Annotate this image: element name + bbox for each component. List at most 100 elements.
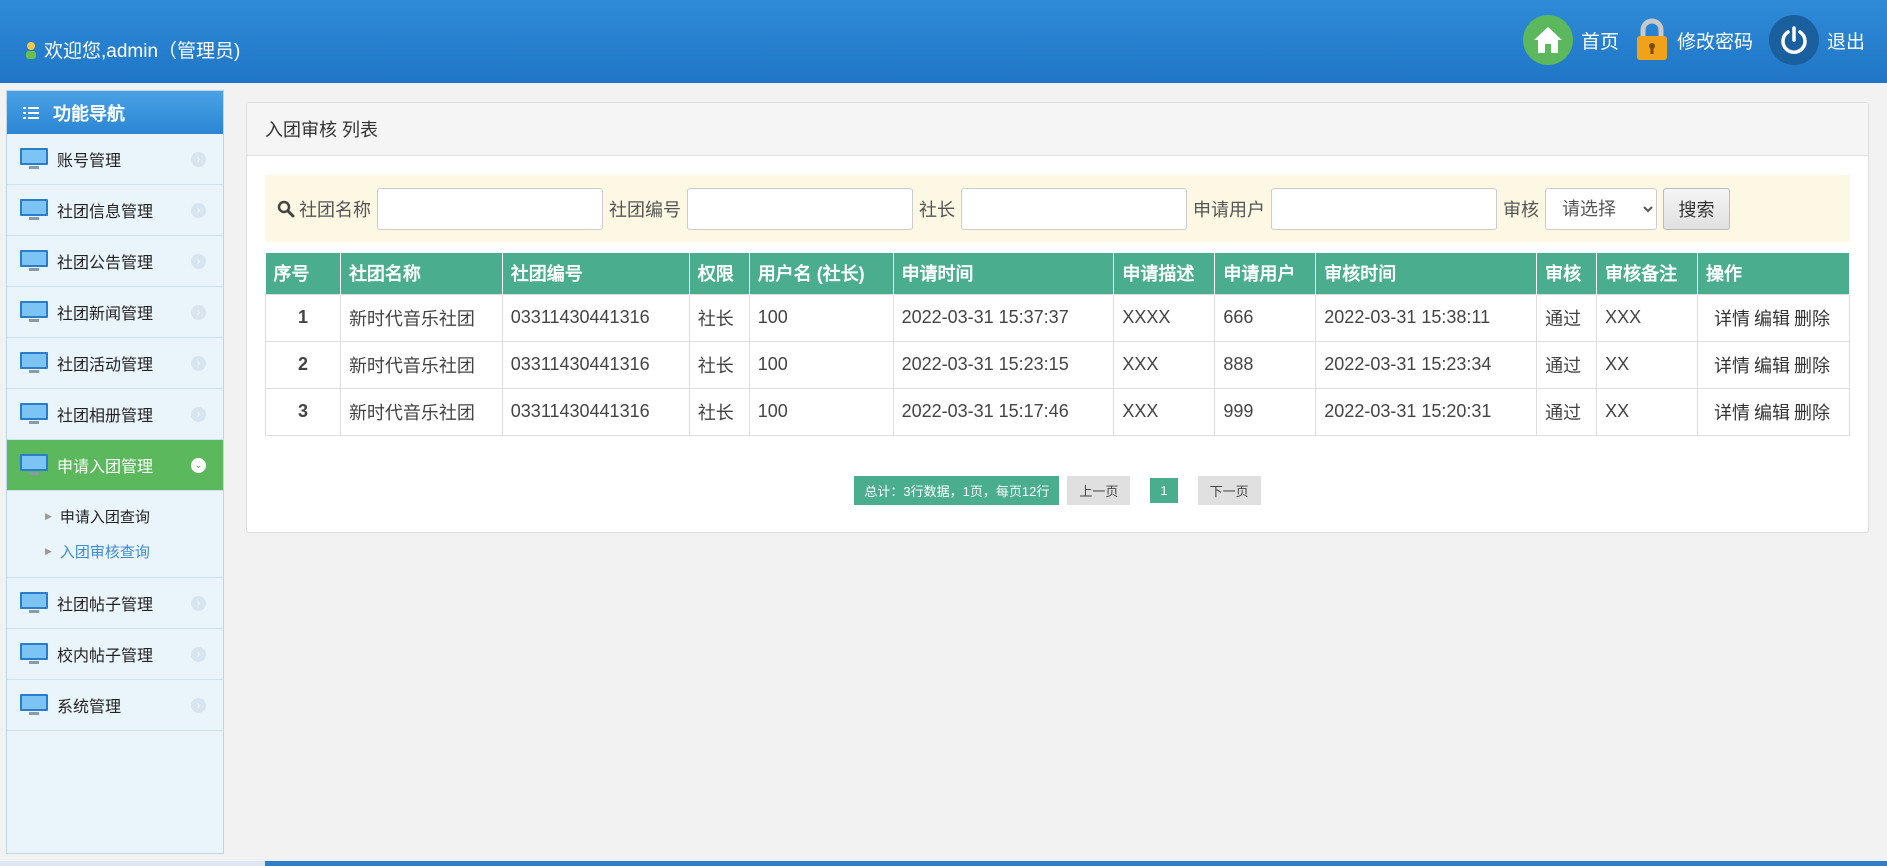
search-button[interactable]: 搜索 <box>1663 187 1730 230</box>
column-header[interactable]: 审核 <box>1536 253 1598 294</box>
delete-link[interactable]: 删除 <box>1794 309 1830 329</box>
table-cell: 100 <box>748 340 894 389</box>
user-icon <box>26 41 36 59</box>
column-header[interactable]: 序号 <box>265 253 341 294</box>
sidebar-item-label: 申请入团管理 <box>57 459 154 476</box>
leader-input[interactable] <box>961 187 1187 230</box>
table-cell: XX <box>1596 340 1699 389</box>
header-actions: 首页 修改密码 退出 <box>1522 15 1865 65</box>
table-cell: 2022-03-31 15:37:37 <box>892 293 1115 342</box>
table-cell: 666 <box>1214 293 1317 342</box>
table-cell: XXX <box>1596 293 1699 342</box>
sidebar-item-club-posts[interactable]: 社团帖子管理 › <box>7 578 223 629</box>
club-name-input[interactable] <box>377 187 603 230</box>
table-cell: 新时代音乐社团 <box>339 340 503 389</box>
chevron-right-icon: › <box>191 698 206 713</box>
table-row: 3 新时代音乐社团 03311430441316 社长 100 2022-03-… <box>265 387 1850 436</box>
edit-link[interactable]: 编辑 <box>1754 403 1790 423</box>
table-cell: 2022-03-31 15:20:31 <box>1315 387 1538 436</box>
delete-link[interactable]: 删除 <box>1794 403 1830 423</box>
submenu-item-review-query[interactable]: ▶ 入团审核查询 <box>7 534 223 569</box>
table-cell: 1 <box>265 293 341 342</box>
table-cell: 社长 <box>688 293 750 342</box>
applicant-label: 申请用户 <box>1193 199 1265 220</box>
monitor-icon <box>20 301 48 322</box>
logout-label: 退出 <box>1826 31 1865 53</box>
top-header: 欢迎您,admin（管理员) 首页 修改密码 退出 <box>0 0 1887 83</box>
sidebar-item-label: 社团公告管理 <box>57 255 154 272</box>
table-row: 1 新时代音乐社团 03311430441316 社长 100 2022-03-… <box>265 293 1850 342</box>
table-cell: 888 <box>1214 340 1317 389</box>
chevron-right-icon: › <box>191 596 206 611</box>
column-header[interactable]: 审核时间 <box>1315 253 1538 294</box>
monitor-icon <box>20 250 48 271</box>
search-bar: 社团名称 社团编号 社长 申请用户 审核 请选择 搜索 <box>265 175 1850 242</box>
table-cell: 2022-03-31 15:23:34 <box>1315 340 1538 389</box>
sidebar-item-club-notice[interactable]: 社团公告管理 › <box>7 236 223 287</box>
column-header[interactable]: 审核备注 <box>1596 253 1699 294</box>
edit-link[interactable]: 编辑 <box>1754 309 1790 329</box>
club-no-label: 社团编号 <box>609 199 681 220</box>
table-row: 2 新时代音乐社团 03311430441316 社长 100 2022-03-… <box>265 340 1850 389</box>
page-title: 入团审核 列表 <box>247 103 1868 156</box>
chevron-right-icon: › <box>191 305 206 320</box>
monitor-icon <box>20 148 48 169</box>
sidebar-item-club-info[interactable]: 社团信息管理 › <box>7 185 223 236</box>
detail-link[interactable]: 详情 <box>1714 403 1750 423</box>
submenu-item-label: 入团审核查询 <box>59 544 150 561</box>
sidebar: 功能导航 账号管理 › 社团信息管理 › 社团公告管理 › 社团新闻管理 › 社… <box>6 90 224 854</box>
review-select[interactable]: 请选择 <box>1545 187 1657 230</box>
sidebar-item-account[interactable]: 账号管理 › <box>7 134 223 185</box>
chevron-right-icon: › <box>191 407 206 422</box>
column-header[interactable]: 社团编号 <box>502 253 690 294</box>
next-page-button[interactable]: 下一页 <box>1197 476 1261 505</box>
column-header[interactable]: 申请用户 <box>1214 253 1317 294</box>
monitor-icon <box>20 352 48 373</box>
sidebar-item-label: 账号管理 <box>57 153 122 170</box>
column-header[interactable]: 申请描述 <box>1113 253 1216 294</box>
table-cell: 2 <box>265 340 341 389</box>
change-password-link[interactable]: 修改密码 <box>1635 18 1753 62</box>
table-cell: XX <box>1596 387 1699 436</box>
sidebar-item-club-news[interactable]: 社团新闻管理 › <box>7 287 223 338</box>
detail-link[interactable]: 详情 <box>1714 356 1750 376</box>
table-cell: 999 <box>1214 387 1317 436</box>
chevron-down-icon: ⌄ <box>191 458 206 473</box>
prev-page-button[interactable]: 上一页 <box>1067 476 1131 505</box>
applicant-input[interactable] <box>1271 187 1497 230</box>
monitor-icon <box>20 454 48 475</box>
column-header[interactable]: 申请时间 <box>893 253 1115 294</box>
column-header[interactable]: 社团名称 <box>340 253 503 294</box>
edit-link[interactable]: 编辑 <box>1754 356 1790 376</box>
column-header[interactable]: 用户名 (社长) <box>749 253 894 294</box>
bottom-bar <box>0 861 1887 866</box>
welcome-text: 欢迎您,admin（管理员) <box>44 41 241 62</box>
pagination: 总计：3行数据，1页，每页12行 上一页 1 下一页 <box>247 476 1868 505</box>
submenu-item-application-query[interactable]: ▶ 申请入团查询 <box>7 499 223 534</box>
monitor-icon <box>20 592 48 613</box>
club-no-input[interactable] <box>687 187 913 230</box>
sidebar-item-label: 社团活动管理 <box>57 357 154 374</box>
column-header: 操作 <box>1697 253 1850 294</box>
sidebar-item-join-application[interactable]: 申请入团管理 ⌄ <box>7 440 223 491</box>
table-cell: 社长 <box>688 387 750 436</box>
table-cell: 03311430441316 <box>501 293 690 342</box>
sidebar-item-system[interactable]: 系统管理 › <box>7 680 223 731</box>
current-page-button[interactable]: 1 <box>1150 478 1178 503</box>
monitor-icon <box>20 199 48 220</box>
delete-link[interactable]: 删除 <box>1794 356 1830 376</box>
bottom-bar-segment <box>0 861 265 866</box>
home-link[interactable]: 首页 <box>1522 15 1619 65</box>
sidebar-item-label: 系统管理 <box>57 699 122 716</box>
table-cell: 3 <box>265 387 341 436</box>
operations-cell: 详情 编辑 删除 <box>1697 340 1850 389</box>
column-header[interactable]: 权限 <box>689 253 750 294</box>
sidebar-item-club-album[interactable]: 社团相册管理 › <box>7 389 223 440</box>
detail-link[interactable]: 详情 <box>1714 309 1750 329</box>
sidebar-item-campus-posts[interactable]: 校内帖子管理 › <box>7 629 223 680</box>
table-cell: 新时代音乐社团 <box>339 293 503 342</box>
list-icon <box>23 106 39 119</box>
logout-link[interactable]: 退出 <box>1768 15 1865 65</box>
sidebar-item-label: 社团信息管理 <box>57 204 154 221</box>
sidebar-item-club-activity[interactable]: 社团活动管理 › <box>7 338 223 389</box>
